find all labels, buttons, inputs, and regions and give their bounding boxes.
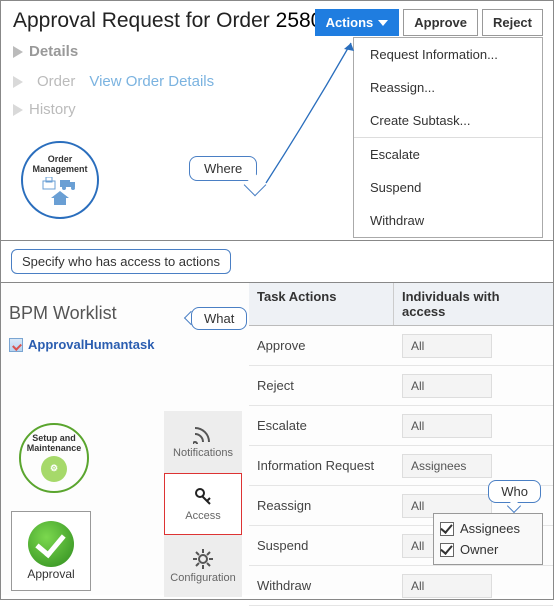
order-management-label: Order Management bbox=[32, 155, 87, 175]
menu-suspend[interactable]: Suspend bbox=[354, 171, 542, 204]
key-icon bbox=[193, 487, 213, 507]
tab-notifications-label: Notifications bbox=[173, 447, 233, 459]
config-vertical-tabs: Notifications Access Configuration bbox=[164, 411, 242, 597]
bpm-worklist-title: BPM Worklist bbox=[9, 303, 117, 324]
approval-label: Approval bbox=[27, 567, 74, 581]
col-individuals: Individuals with access bbox=[394, 283, 553, 325]
title-prefix: Approval Request for Order bbox=[13, 9, 270, 32]
access-checkbox-popup: Assignees Owner bbox=[433, 513, 543, 565]
approve-button[interactable]: Approve bbox=[403, 9, 478, 36]
menu-escalate[interactable]: Escalate bbox=[354, 137, 542, 171]
action-bar: Actions Approve Reject bbox=[315, 9, 543, 36]
setup-maintenance-icon[interactable]: Setup and Maintenance ⚙ bbox=[19, 423, 89, 493]
chevron-down-icon bbox=[378, 20, 388, 26]
access-note: Specify who has access to actions bbox=[11, 249, 231, 274]
tab-notifications[interactable]: Notifications bbox=[164, 411, 242, 473]
actions-dropdown-button[interactable]: Actions bbox=[315, 9, 400, 36]
access-field[interactable]: All bbox=[402, 334, 492, 358]
table-row: Approve All bbox=[249, 326, 553, 366]
menu-create-subtask[interactable]: Create Subtask... bbox=[354, 104, 542, 137]
approval-request-panel: Approval Request for Order 258093 Detail… bbox=[1, 1, 553, 241]
actions-label: Actions bbox=[326, 15, 374, 30]
view-order-details-link[interactable]: View Order Details bbox=[89, 73, 214, 90]
access-field[interactable]: All bbox=[402, 414, 492, 438]
tab-access[interactable]: Access bbox=[164, 473, 242, 535]
section-order: Order View Order Details bbox=[13, 73, 214, 90]
checkmark-icon bbox=[28, 521, 74, 567]
menu-reassign[interactable]: Reassign... bbox=[354, 71, 542, 104]
tab-access-label: Access bbox=[185, 510, 220, 522]
rss-icon bbox=[193, 426, 213, 444]
callout-what: What bbox=[191, 307, 247, 330]
section-history[interactable]: History bbox=[13, 101, 76, 118]
task-icon bbox=[9, 338, 23, 352]
worklist-panel: BPM Worklist ApprovalHumantask What Noti… bbox=[1, 283, 553, 595]
callout-where: Where bbox=[189, 156, 257, 181]
order-management-icon[interactable]: Order Management bbox=[21, 141, 99, 219]
cell-action: Withdraw bbox=[249, 578, 394, 593]
col-task-actions: Task Actions bbox=[249, 283, 394, 325]
expand-icon bbox=[13, 104, 23, 116]
house-icon bbox=[51, 191, 69, 205]
history-label: History bbox=[29, 101, 76, 118]
task-link-label: ApprovalHumantask bbox=[28, 337, 154, 352]
setup-label: Setup and Maintenance bbox=[27, 434, 82, 454]
human-task-link[interactable]: ApprovalHumantask bbox=[9, 337, 154, 352]
tab-configuration[interactable]: Configuration bbox=[164, 535, 242, 597]
tab-configuration-label: Configuration bbox=[170, 572, 235, 584]
approval-tile[interactable]: Approval bbox=[11, 511, 91, 591]
access-field[interactable]: All bbox=[402, 574, 492, 598]
gear-icon bbox=[193, 549, 213, 569]
checkbox-assignees[interactable]: Assignees bbox=[440, 518, 536, 539]
menu-withdraw[interactable]: Withdraw bbox=[354, 204, 542, 237]
actions-menu: Request Information... Reassign... Creat… bbox=[353, 37, 543, 238]
table-row: Reject All bbox=[249, 366, 553, 406]
access-field[interactable]: Assignees bbox=[402, 454, 492, 478]
logistics-icon bbox=[42, 177, 78, 191]
access-field[interactable]: All bbox=[402, 374, 492, 398]
cell-action: Escalate bbox=[249, 418, 394, 433]
checkbox-icon bbox=[440, 522, 454, 536]
cell-action: Reassign bbox=[249, 498, 394, 513]
cell-action: Suspend bbox=[249, 538, 394, 553]
section-details[interactable]: Details bbox=[13, 43, 78, 60]
checkbox-icon bbox=[440, 543, 454, 557]
checkbox-label: Owner bbox=[460, 542, 498, 557]
expand-icon bbox=[13, 46, 23, 58]
details-label: Details bbox=[29, 43, 78, 60]
gears-icon: ⚙ bbox=[41, 456, 67, 482]
expand-icon bbox=[13, 76, 23, 88]
cell-action: Information Request bbox=[249, 458, 394, 473]
table-row: Escalate All bbox=[249, 406, 553, 446]
table-row: Withdraw All bbox=[249, 566, 553, 606]
table-header: Task Actions Individuals with access bbox=[249, 283, 553, 326]
cell-action: Approve bbox=[249, 338, 394, 353]
checkbox-owner[interactable]: Owner bbox=[440, 539, 536, 560]
checkbox-label: Assignees bbox=[460, 521, 520, 536]
mid-strip: Specify who has access to actions bbox=[1, 241, 553, 283]
reject-button[interactable]: Reject bbox=[482, 9, 543, 36]
order-label: Order bbox=[37, 73, 75, 90]
page-title: Approval Request for Order 258093 bbox=[13, 9, 346, 33]
cell-action: Reject bbox=[249, 378, 394, 393]
menu-request-information[interactable]: Request Information... bbox=[354, 38, 542, 71]
